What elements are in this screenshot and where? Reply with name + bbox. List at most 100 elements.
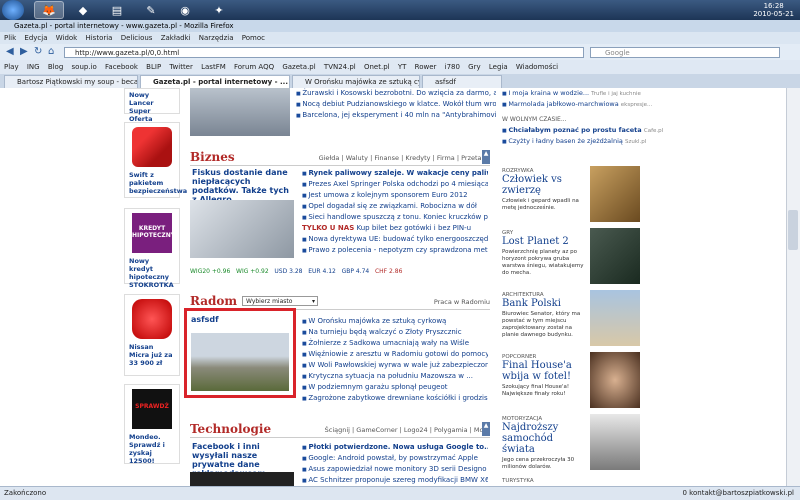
app-taskbar-icon[interactable]: ◆ <box>68 1 98 19</box>
menu-historia[interactable]: Historia <box>85 34 112 42</box>
news-item[interactable]: Krytyczna sytuacja na południu Mazowsza … <box>302 371 488 382</box>
right-link[interactable]: Marmolada jabłkowo-marchwiowa ekspresje.… <box>502 99 786 110</box>
tab-asfsdf[interactable]: asfsdf <box>422 75 502 88</box>
tab-gazeta[interactable]: Gazeta.pl - portal internetowy - ... <box>140 75 290 88</box>
bookmark-gry[interactable]: Gry <box>468 63 480 71</box>
search-input[interactable]: Google <box>590 47 780 58</box>
bookmark-blog[interactable]: Blog <box>48 63 63 71</box>
scroll-up-icon-2[interactable]: ▲ <box>482 422 490 436</box>
bookmark-forum-aqq[interactable]: Forum AQQ <box>234 63 274 71</box>
menu-zakladki[interactable]: Zakładki <box>161 34 191 42</box>
menu-plik[interactable]: Plik <box>4 34 16 42</box>
biznes-feature-image[interactable] <box>190 200 294 258</box>
section-title[interactable]: Technologie <box>190 422 271 436</box>
tab-soup[interactable]: Bartosz Piątkowski my soup - becau... <box>4 75 138 88</box>
tab-oronsko[interactable]: W Orońsku majówka ze sztuką cyrk... <box>292 75 420 88</box>
section-title[interactable]: Radom <box>190 294 237 308</box>
news-item[interactable]: W Orońsku majówka ze sztuką cyrkową <box>302 316 488 327</box>
news-item[interactable]: W Woli Pawłowskiej wyrwa w wale już zabe… <box>302 360 488 371</box>
home-icon[interactable]: ⌂ <box>48 46 54 57</box>
news-item[interactable]: Żołnierze z Sadkowa umacniają wały na Wi… <box>302 338 488 349</box>
bookmark-rower[interactable]: Rower <box>415 63 437 71</box>
bookmark-facebook[interactable]: Facebook <box>105 63 138 71</box>
bookmark-play[interactable]: Play <box>4 63 19 71</box>
news-item[interactable]: Jest umowa z kolejnym sponsorem Euro 201… <box>302 190 488 201</box>
news-item[interactable]: Żurawski i Kosowski bezrobotni. Do wzięc… <box>296 88 496 99</box>
ad-kredyt[interactable]: KREDYT HIPOTECZNY Nowy kredyt hipoteczny… <box>124 208 180 289</box>
ticker-wig[interactable]: WIG +0.92 <box>236 268 269 275</box>
firefox-taskbar-icon[interactable]: 🦊 <box>34 1 64 19</box>
right-link[interactable]: Chciałabym poznać po prostu faceta Cafe.… <box>502 125 786 136</box>
news-item[interactable]: Prezes Axel Springer Polska odchodzi po … <box>302 179 488 190</box>
news-item[interactable]: Płotki potwierdzone. Nowa usługa Google … <box>302 442 488 453</box>
ticker-eur[interactable]: EUR 4.12 <box>308 268 336 275</box>
menu-delicious[interactable]: Delicious <box>121 34 153 42</box>
right-link[interactable]: Czyżty i ładny basen że zjeżdżalnią Szuk… <box>502 136 786 147</box>
bookmark-i780[interactable]: i780 <box>445 63 460 71</box>
news-item[interactable]: Więźniowie z aresztu w Radomiu gotowi do… <box>302 349 488 360</box>
status-contact[interactable]: 0 kontakt@bartoszpiatkowski.pl <box>683 488 795 498</box>
address-bar[interactable]: http://www.gazeta.pl/0,0.html <box>64 47 584 58</box>
ticker-gbp[interactable]: GBP 4.74 <box>342 268 370 275</box>
technologie-subnav[interactable]: Ściągnij | GameCorner | Logo24 | Polygam… <box>325 426 490 434</box>
news-item[interactable]: Opel dogadał się ze związkami. Robocizna… <box>302 201 488 212</box>
right-link[interactable]: I moja kraina w wodzie... Trufle i jaj k… <box>502 88 786 99</box>
bookmark-soup[interactable]: soup.io <box>72 63 97 71</box>
bookmark-legia[interactable]: Legia <box>489 63 508 71</box>
bookmark-gazeta[interactable]: Gazeta.pl <box>282 63 315 71</box>
reload-icon[interactable]: ↻ <box>34 46 42 57</box>
technologie-feature-image[interactable] <box>190 472 294 486</box>
bookmark-blip[interactable]: BLIP <box>146 63 161 71</box>
section-title[interactable]: Biznes <box>190 150 235 164</box>
system-clock[interactable]: 16:28 2010-05-21 <box>753 2 794 18</box>
start-button[interactable] <box>2 0 24 20</box>
menu-pomoc[interactable]: Pomoc <box>242 34 265 42</box>
news-item[interactable]: Prawo z polecenia - nepotyzm czy sprawdz… <box>302 245 488 256</box>
lost-planet-image[interactable] <box>590 228 640 284</box>
cheetah-image[interactable] <box>590 166 640 222</box>
biznes-subnav[interactable]: Giełda | Waluty | Finanse | Kredyty | Fi… <box>319 154 490 162</box>
house-image[interactable] <box>590 352 640 408</box>
app2-taskbar-icon[interactable]: ✎ <box>136 1 166 19</box>
news-item[interactable]: W podziemnym garażu spłonął peugeot <box>302 382 488 393</box>
back-icon[interactable]: ◀ <box>6 46 14 57</box>
praca-link[interactable]: Praca w Radomiu <box>434 298 490 306</box>
bookmark-twitter[interactable]: Twitter <box>169 63 192 71</box>
scrollbar-thumb[interactable] <box>788 210 798 250</box>
folder-taskbar-icon[interactable]: ▤ <box>102 1 132 19</box>
bookmark-wiadomosci[interactable]: Wiadomości <box>516 63 558 71</box>
bookmark-tvn24[interactable]: TVN24.pl <box>324 63 356 71</box>
bookmark-onet[interactable]: Onet.pl <box>364 63 390 71</box>
news-item[interactable]: Nocą debiut Pudzianowskiego w klatce. Wo… <box>296 99 496 110</box>
radom-feature-box[interactable]: asfsdf <box>184 308 296 398</box>
news-item[interactable]: Na turnieju będą walczyć o Złoty Pryszcz… <box>302 327 488 338</box>
news-item[interactable]: Google: Android powstał, by powstrzymać … <box>302 453 488 464</box>
biznes-feature-title[interactable]: Fiskus dostanie dane niepłacących podatk… <box>192 168 296 204</box>
news-item[interactable]: Sieci handlowe spuszczą z tonu. Koniec k… <box>302 212 488 223</box>
bookmark-lastfm[interactable]: LastFM <box>201 63 226 71</box>
forward-icon[interactable]: ▶ <box>20 46 28 57</box>
news-item[interactable]: Barcelona, jej eksperyment i 40 mln na "… <box>296 110 496 121</box>
news-item[interactable]: Rynek paliwowy szaleje. W wakacje ceny p… <box>302 168 488 179</box>
bank-building-image[interactable] <box>590 290 640 346</box>
scroll-up-icon[interactable]: ▲ <box>482 150 490 164</box>
right-box-turystyka[interactable]: TURYSTYKA <box>502 478 640 484</box>
ad-swift[interactable]: Swift z pakietem bezpieczeństwa <box>124 122 187 198</box>
news-item-tylko[interactable]: TYLKO U NAS Kup bilet bez gotówki i bez … <box>302 223 488 234</box>
ad-lancer[interactable]: Nowy Lancer Super Oferta <box>124 88 180 123</box>
vertical-scrollbar[interactable] <box>786 88 800 486</box>
news-item[interactable]: Asus zapowiedział nowe monitory 3D serii… <box>302 464 488 475</box>
menu-narzedzia[interactable]: Narzędzia <box>199 34 234 42</box>
news-item[interactable]: Zagrożone zabytkowe drewniane kościółki … <box>302 393 488 404</box>
car-image[interactable] <box>590 414 640 470</box>
menu-edycja[interactable]: Edycja <box>24 34 47 42</box>
ad-nissan[interactable]: Nissan Micra już za 33 900 zł <box>124 294 180 376</box>
ad-mondeo[interactable]: SPRAWDŹ Mondeo. Sprawdź i zyskaj 12500! <box>124 384 180 465</box>
app4-taskbar-icon[interactable]: ✦ <box>204 1 234 19</box>
news-item[interactable]: Nowa dyrektywa UE: budować tylko energoo… <box>302 234 488 245</box>
ticker-chf[interactable]: CHF 2.86 <box>375 268 402 275</box>
news-item[interactable]: AC Schnitzer proponuje szereg modyfikacj… <box>302 475 488 486</box>
menu-widok[interactable]: Widok <box>56 34 78 42</box>
ticker-wig20[interactable]: WIG20 +0.96 <box>190 268 230 275</box>
ticker-usd[interactable]: USD 3.28 <box>274 268 302 275</box>
